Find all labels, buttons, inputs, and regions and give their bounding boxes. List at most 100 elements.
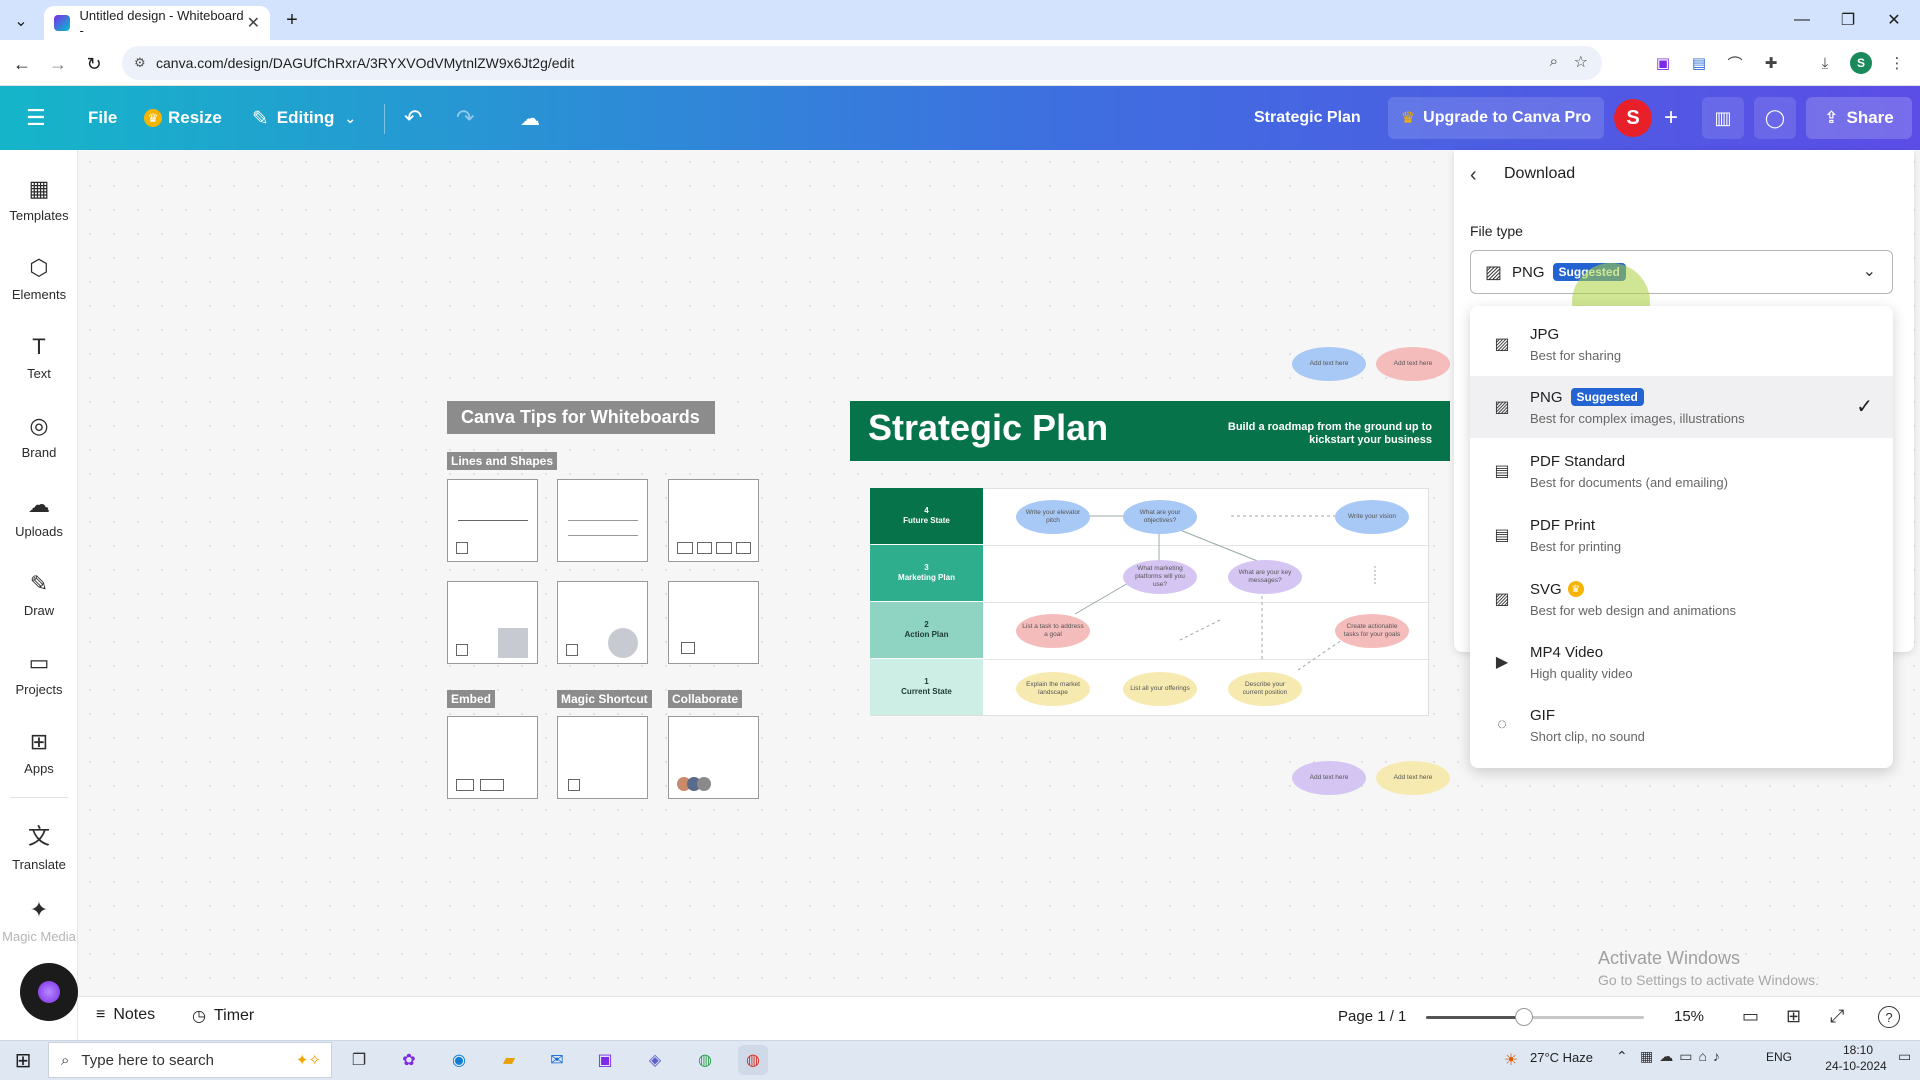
address-bar[interactable]: ⚙ canva.com/design/DAGUfChRxrA/3RYXVOdVM…	[122, 46, 1602, 80]
tip-card[interactable]	[557, 581, 648, 664]
option-mp4[interactable]: ▶ MP4 Video High quality video	[1470, 631, 1893, 693]
sticky-bubble[interactable]: Add text here	[1376, 347, 1450, 381]
sidebar-item-projects[interactable]: ▭ Projects	[0, 638, 78, 708]
tab-search-icon[interactable]: ⌄	[10, 10, 32, 32]
sticky-bubble[interactable]: Add text here	[1292, 761, 1366, 795]
zoom-slider[interactable]	[1426, 1008, 1644, 1026]
upgrade-pro-button[interactable]: ♛ Upgrade to Canva Pro	[1388, 97, 1604, 139]
restore-icon[interactable]: ❐	[1836, 8, 1860, 32]
option-svg[interactable]: ▨ SVG ♛ Best for web design and animations	[1470, 568, 1893, 630]
strategic-plan-header[interactable]: Strategic Plan Build a roadmap from the …	[850, 401, 1450, 461]
file-type-select[interactable]: ▨ PNG Suggested ⌄	[1470, 250, 1893, 294]
plan-bubble[interactable]: What are your key messages?	[1228, 560, 1302, 594]
plan-bubble[interactable]: What are your objectives?	[1123, 500, 1197, 534]
tip-card[interactable]	[447, 716, 538, 799]
new-tab-icon[interactable]: +	[280, 8, 304, 32]
document-extension-icon[interactable]: ▤	[1688, 52, 1710, 74]
taskbar-search[interactable]: ⌕ Type here to search ✦✧	[48, 1042, 332, 1078]
language-indicator[interactable]: ENG	[1766, 1050, 1792, 1064]
profile-avatar-icon[interactable]: S	[1850, 52, 1872, 74]
plan-bubble[interactable]: Create actionable tasks for your goals	[1335, 614, 1409, 648]
tip-card[interactable]	[668, 479, 759, 562]
design-title[interactable]: Strategic Plan	[1254, 86, 1361, 150]
tab-close-icon[interactable]: ✕	[247, 13, 260, 33]
site-info-icon[interactable]: ⚙	[134, 55, 146, 71]
tip-card[interactable]	[557, 716, 648, 799]
fullscreen-icon[interactable]: ⤢	[1830, 1006, 1844, 1027]
mail-icon[interactable]: ✉	[542, 1045, 572, 1075]
option-jpg[interactable]: ▨ JPG Best for sharing	[1470, 313, 1893, 375]
system-tray-icons[interactable]: ▦☁▭⌂♪	[1640, 1048, 1726, 1065]
help-icon[interactable]: ?	[1878, 1006, 1900, 1028]
comments-icon[interactable]: ◯	[1754, 97, 1796, 139]
sidebar-item-translate[interactable]: 文 Translate	[0, 810, 78, 880]
plan-bubble[interactable]: Write your vision	[1335, 500, 1409, 534]
editing-mode-button[interactable]: ✎ Editing ⌄	[252, 86, 356, 150]
sidebar-item-apps[interactable]: ⊞ Apps	[0, 717, 78, 787]
plan-bubble[interactable]: Describe your current position	[1228, 672, 1302, 706]
tip-card[interactable]	[668, 581, 759, 664]
copilot-icon[interactable]: ✿	[394, 1045, 424, 1075]
canva-extension-icon[interactable]: ▣	[1652, 52, 1674, 74]
back-icon[interactable]: ←	[10, 52, 34, 76]
file-explorer-icon[interactable]: ▰	[494, 1045, 524, 1075]
tip-card[interactable]	[447, 581, 538, 664]
chrome-active-icon[interactable]: ◍	[738, 1045, 768, 1075]
tip-card[interactable]	[668, 716, 759, 799]
sidebar-item-templates[interactable]: ▦ Templates	[0, 164, 78, 234]
windows-start-icon[interactable]: ⊞	[8, 1045, 38, 1075]
plan-bubble[interactable]: List all your offerings	[1123, 672, 1197, 706]
sticky-bubble[interactable]: Add text here	[1376, 761, 1450, 795]
forward-icon[interactable]: →	[46, 52, 70, 76]
option-gif[interactable]: ◌ GIF Short clip, no sound	[1470, 694, 1893, 756]
option-pdf-standard[interactable]: ▤ PDF Standard Best for documents (and em…	[1470, 440, 1893, 502]
file-menu-button[interactable]: File	[88, 86, 117, 150]
cloud-saved-icon[interactable]: ☁	[520, 86, 540, 150]
sidebar-item-text[interactable]: T Text	[0, 322, 78, 392]
extensions-puzzle-icon[interactable]: ✚	[1760, 52, 1782, 74]
bookmark-star-icon[interactable]: ☆	[1574, 52, 1588, 72]
clock-time[interactable]: 18:10	[1830, 1043, 1886, 1057]
zoom-slider-thumb[interactable]	[1515, 1008, 1534, 1026]
chrome-menu-icon[interactable]: ⋮	[1886, 52, 1908, 74]
back-chevron-icon[interactable]: ‹	[1470, 164, 1477, 187]
zoom-level[interactable]: 15%	[1674, 1008, 1704, 1025]
main-menu-icon[interactable]: ☰	[26, 86, 56, 150]
magic-assistant-button[interactable]	[20, 963, 78, 1021]
notifications-icon[interactable]: ▭	[1898, 1048, 1911, 1065]
plan-bubble[interactable]: List a task to address a goal	[1016, 614, 1090, 648]
insights-chart-icon[interactable]: ▥	[1702, 97, 1744, 139]
plan-bubble[interactable]: Write your elevator pitch	[1016, 500, 1090, 534]
sidebar-item-draw[interactable]: ✎ Draw	[0, 559, 78, 629]
teams-icon[interactable]: ◈	[640, 1045, 670, 1075]
reload-icon[interactable]: ↻	[82, 52, 106, 76]
pages-view-icon[interactable]: ▭	[1742, 1006, 1759, 1027]
browser-tab[interactable]: Untitled design - Whiteboard - ✕	[44, 6, 270, 40]
sticky-bubble[interactable]: Add text here	[1292, 347, 1366, 381]
sidebar-item-brand[interactable]: ◎ Brand	[0, 401, 78, 471]
page-indicator[interactable]: Page 1 / 1	[1338, 1008, 1406, 1025]
notes-button[interactable]: ≡ Notes	[96, 1006, 155, 1024]
share-button[interactable]: ⇪ Share	[1806, 97, 1912, 139]
zoom-icon[interactable]: ⌕	[1550, 53, 1558, 70]
sidebar-item-magic-media[interactable]: ✦ Magic Media	[0, 890, 78, 950]
edge-icon[interactable]: ◉	[444, 1045, 474, 1075]
option-png[interactable]: ▨ PNG Suggested Best for complex images, i…	[1470, 376, 1893, 438]
tip-card[interactable]	[557, 479, 648, 562]
clock-date[interactable]: 24-10-2024	[1820, 1059, 1892, 1073]
task-view-icon[interactable]: ❐	[344, 1045, 374, 1075]
sidebar-item-elements[interactable]: ⬡ Elements	[0, 243, 78, 313]
tip-card[interactable]	[447, 479, 538, 562]
plan-bubble[interactable]: Explain the market landscape	[1016, 672, 1090, 706]
window-close-icon[interactable]: ✕	[1882, 8, 1906, 32]
add-people-icon[interactable]: +	[1656, 97, 1686, 139]
resize-button[interactable]: ♛ Resize	[144, 86, 222, 150]
option-pdf-print[interactable]: ▤ PDF Print Best for printing	[1470, 504, 1893, 566]
undo-icon[interactable]: ↶	[404, 86, 422, 150]
minimize-icon[interactable]: —	[1790, 8, 1814, 32]
plan-bubble[interactable]: What marketing platforms will you use?	[1123, 560, 1197, 594]
sidebar-item-uploads[interactable]: ☁ Uploads	[0, 480, 78, 550]
redo-icon[interactable]: ↷	[456, 86, 474, 150]
app-taskbar-icon[interactable]: ▣	[590, 1045, 620, 1075]
timer-button[interactable]: ◷ Timer	[192, 1006, 254, 1026]
